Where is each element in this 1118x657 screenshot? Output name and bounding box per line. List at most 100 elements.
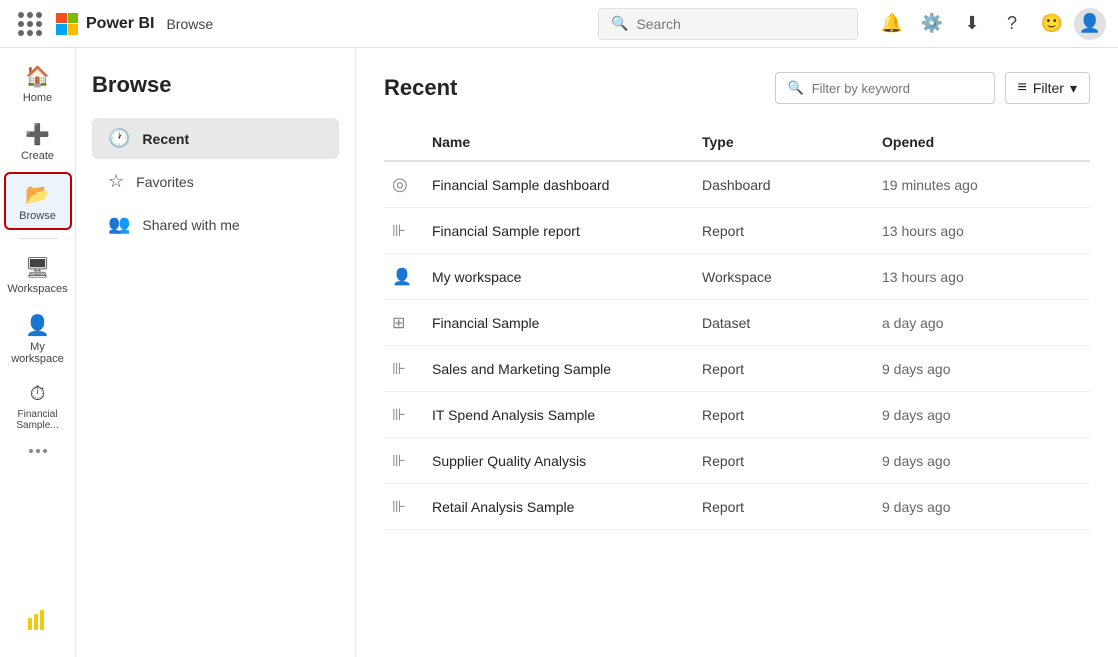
- row-type-icon: ⊪: [392, 220, 432, 241]
- browse-menu-recent-label: Recent: [142, 131, 189, 147]
- shared-icon: 👥: [108, 214, 130, 235]
- microsoft-logo: [56, 13, 78, 35]
- financial-sample-icon: ⏱: [30, 383, 46, 406]
- row-type: Dataset: [702, 315, 882, 331]
- row-type: Report: [702, 361, 882, 377]
- row-name: My workspace: [432, 269, 702, 285]
- row-type: Report: [702, 453, 882, 469]
- sidebar-item-create-label: Create: [21, 150, 54, 162]
- sidebar-item-workspaces[interactable]: 🖥 Workspaces: [4, 247, 72, 301]
- browse-sidebar: Browse 🕐 Recent ☆ Favorites 👥 Shared wit…: [76, 48, 356, 657]
- row-type: Workspace: [702, 269, 882, 285]
- notification-button[interactable]: 🔔: [874, 6, 910, 42]
- table-header: Name Type Opened: [384, 124, 1090, 162]
- row-name: Sales and Marketing Sample: [432, 361, 702, 377]
- row-type-icon: ⊪: [392, 496, 432, 517]
- table-row[interactable]: ⊪ Supplier Quality Analysis Report 9 day…: [384, 438, 1090, 484]
- filter-button-label: Filter: [1033, 80, 1064, 96]
- browse-icon: 📂: [25, 182, 50, 207]
- browse-menu: 🕐 Recent ☆ Favorites 👥 Shared with me: [92, 118, 339, 245]
- main-content: Recent 🔍 ≡ Filter ▾ Name Type Opened: [356, 48, 1118, 657]
- row-opened: 9 days ago: [882, 361, 1082, 377]
- topnav: Power BI Browse 🔍 🔔 ⚙️ ⬇ ? 🙂 👤: [0, 0, 1118, 48]
- apps-menu-button[interactable]: [12, 6, 48, 42]
- favorites-icon: ☆: [108, 171, 124, 192]
- filter-chevron-icon: ▾: [1070, 80, 1077, 97]
- row-name: Financial Sample: [432, 315, 702, 331]
- browse-menu-shared[interactable]: 👥 Shared with me: [92, 204, 339, 245]
- filter-search-icon: 🔍: [788, 80, 804, 96]
- table-body: ◎ Financial Sample dashboard Dashboard 1…: [384, 162, 1090, 530]
- help-button[interactable]: ?: [994, 6, 1030, 42]
- download-button[interactable]: ⬇: [954, 6, 990, 42]
- filter-button[interactable]: ≡ Filter ▾: [1005, 72, 1091, 104]
- table-row[interactable]: ⊞ Financial Sample Dataset a day ago: [384, 300, 1090, 346]
- row-name: Financial Sample dashboard: [432, 177, 702, 193]
- table-row[interactable]: ⊪ IT Spend Analysis Sample Report 9 days…: [384, 392, 1090, 438]
- content-header: Recent 🔍 ≡ Filter ▾: [384, 72, 1090, 104]
- nav-divider: [18, 238, 58, 239]
- table-row[interactable]: ⊪ Financial Sample report Report 13 hour…: [384, 208, 1090, 254]
- row-type-icon: ◎: [392, 174, 432, 195]
- row-name: IT Spend Analysis Sample: [432, 407, 702, 423]
- topnav-icons: 🔔 ⚙️ ⬇ ? 🙂 👤: [874, 6, 1106, 42]
- search-bar[interactable]: 🔍: [598, 8, 858, 40]
- col-type-header: Type: [702, 134, 882, 150]
- row-opened: 19 minutes ago: [882, 177, 1082, 193]
- sidebar-item-my-workspace-label: My workspace: [8, 341, 68, 365]
- browse-menu-recent[interactable]: 🕐 Recent: [92, 118, 339, 159]
- search-input[interactable]: [636, 16, 836, 32]
- home-icon: 🏠: [25, 64, 50, 89]
- browse-sidebar-title: Browse: [92, 72, 339, 98]
- user-avatar[interactable]: 👤: [1074, 8, 1106, 40]
- more-items-button[interactable]: [21, 441, 55, 461]
- powerbi-logo-icon: [24, 606, 52, 634]
- table-row[interactable]: 👤 My workspace Workspace 13 hours ago: [384, 254, 1090, 300]
- sidebar-item-workspaces-label: Workspaces: [7, 283, 67, 295]
- keyword-filter-input[interactable]: [812, 81, 982, 96]
- app-brand: Power BI: [86, 15, 154, 33]
- row-opened: 9 days ago: [882, 453, 1082, 469]
- table-row[interactable]: ⊪ Sales and Marketing Sample Report 9 da…: [384, 346, 1090, 392]
- settings-button[interactable]: ⚙️: [914, 6, 950, 42]
- recent-icon: 🕐: [108, 128, 130, 149]
- feedback-button[interactable]: 🙂: [1034, 6, 1070, 42]
- sidebar-item-browse[interactable]: 📂 Browse: [4, 172, 72, 230]
- row-name: Financial Sample report: [432, 223, 702, 239]
- sidebar-item-financial-sample[interactable]: ⏱ Financial Sample...: [4, 375, 72, 437]
- row-type: Report: [702, 407, 882, 423]
- col-name-header: Name: [432, 134, 702, 150]
- row-type: Report: [702, 499, 882, 515]
- sidebar-item-my-workspace[interactable]: 👤 My workspace: [4, 305, 72, 371]
- sidebar-item-home-label: Home: [23, 92, 52, 104]
- col-opened-header: Opened: [882, 134, 1082, 150]
- row-name: Retail Analysis Sample: [432, 499, 702, 515]
- table-row[interactable]: ◎ Financial Sample dashboard Dashboard 1…: [384, 162, 1090, 208]
- sidebar-item-financial-sample-label: Financial Sample...: [8, 409, 68, 431]
- left-nav: 🏠 Home ➕ Create 📂 Browse 🖥 Workspaces 👤 …: [0, 48, 76, 657]
- row-name: Supplier Quality Analysis: [432, 453, 702, 469]
- browse-menu-shared-label: Shared with me: [142, 217, 239, 233]
- row-opened: a day ago: [882, 315, 1082, 331]
- table-row[interactable]: ⊪ Retail Analysis Sample Report 9 days a…: [384, 484, 1090, 530]
- keyword-filter[interactable]: 🔍: [775, 72, 995, 104]
- row-type-icon: ⊪: [392, 404, 432, 425]
- my-workspace-icon: 👤: [25, 313, 50, 338]
- browse-menu-favorites[interactable]: ☆ Favorites: [92, 161, 339, 202]
- main-layout: 🏠 Home ➕ Create 📂 Browse 🖥 Workspaces 👤 …: [0, 48, 1118, 657]
- row-type-icon: ⊪: [392, 358, 432, 379]
- row-opened: 13 hours ago: [882, 223, 1082, 239]
- sidebar-item-create[interactable]: ➕ Create: [4, 114, 72, 168]
- row-type: Dashboard: [702, 177, 882, 193]
- workspaces-icon: 🖥: [25, 255, 50, 280]
- row-opened: 13 hours ago: [882, 269, 1082, 285]
- powerbi-logo: [24, 606, 52, 641]
- sidebar-item-browse-label: Browse: [19, 210, 56, 222]
- row-opened: 9 days ago: [882, 499, 1082, 515]
- browse-menu-favorites-label: Favorites: [136, 174, 194, 190]
- content-title: Recent: [384, 75, 457, 101]
- row-type-icon: ⊞: [392, 312, 432, 333]
- sidebar-item-home[interactable]: 🏠 Home: [4, 56, 72, 110]
- row-type-icon: ⊪: [392, 450, 432, 471]
- col-icon-header: [392, 134, 432, 150]
